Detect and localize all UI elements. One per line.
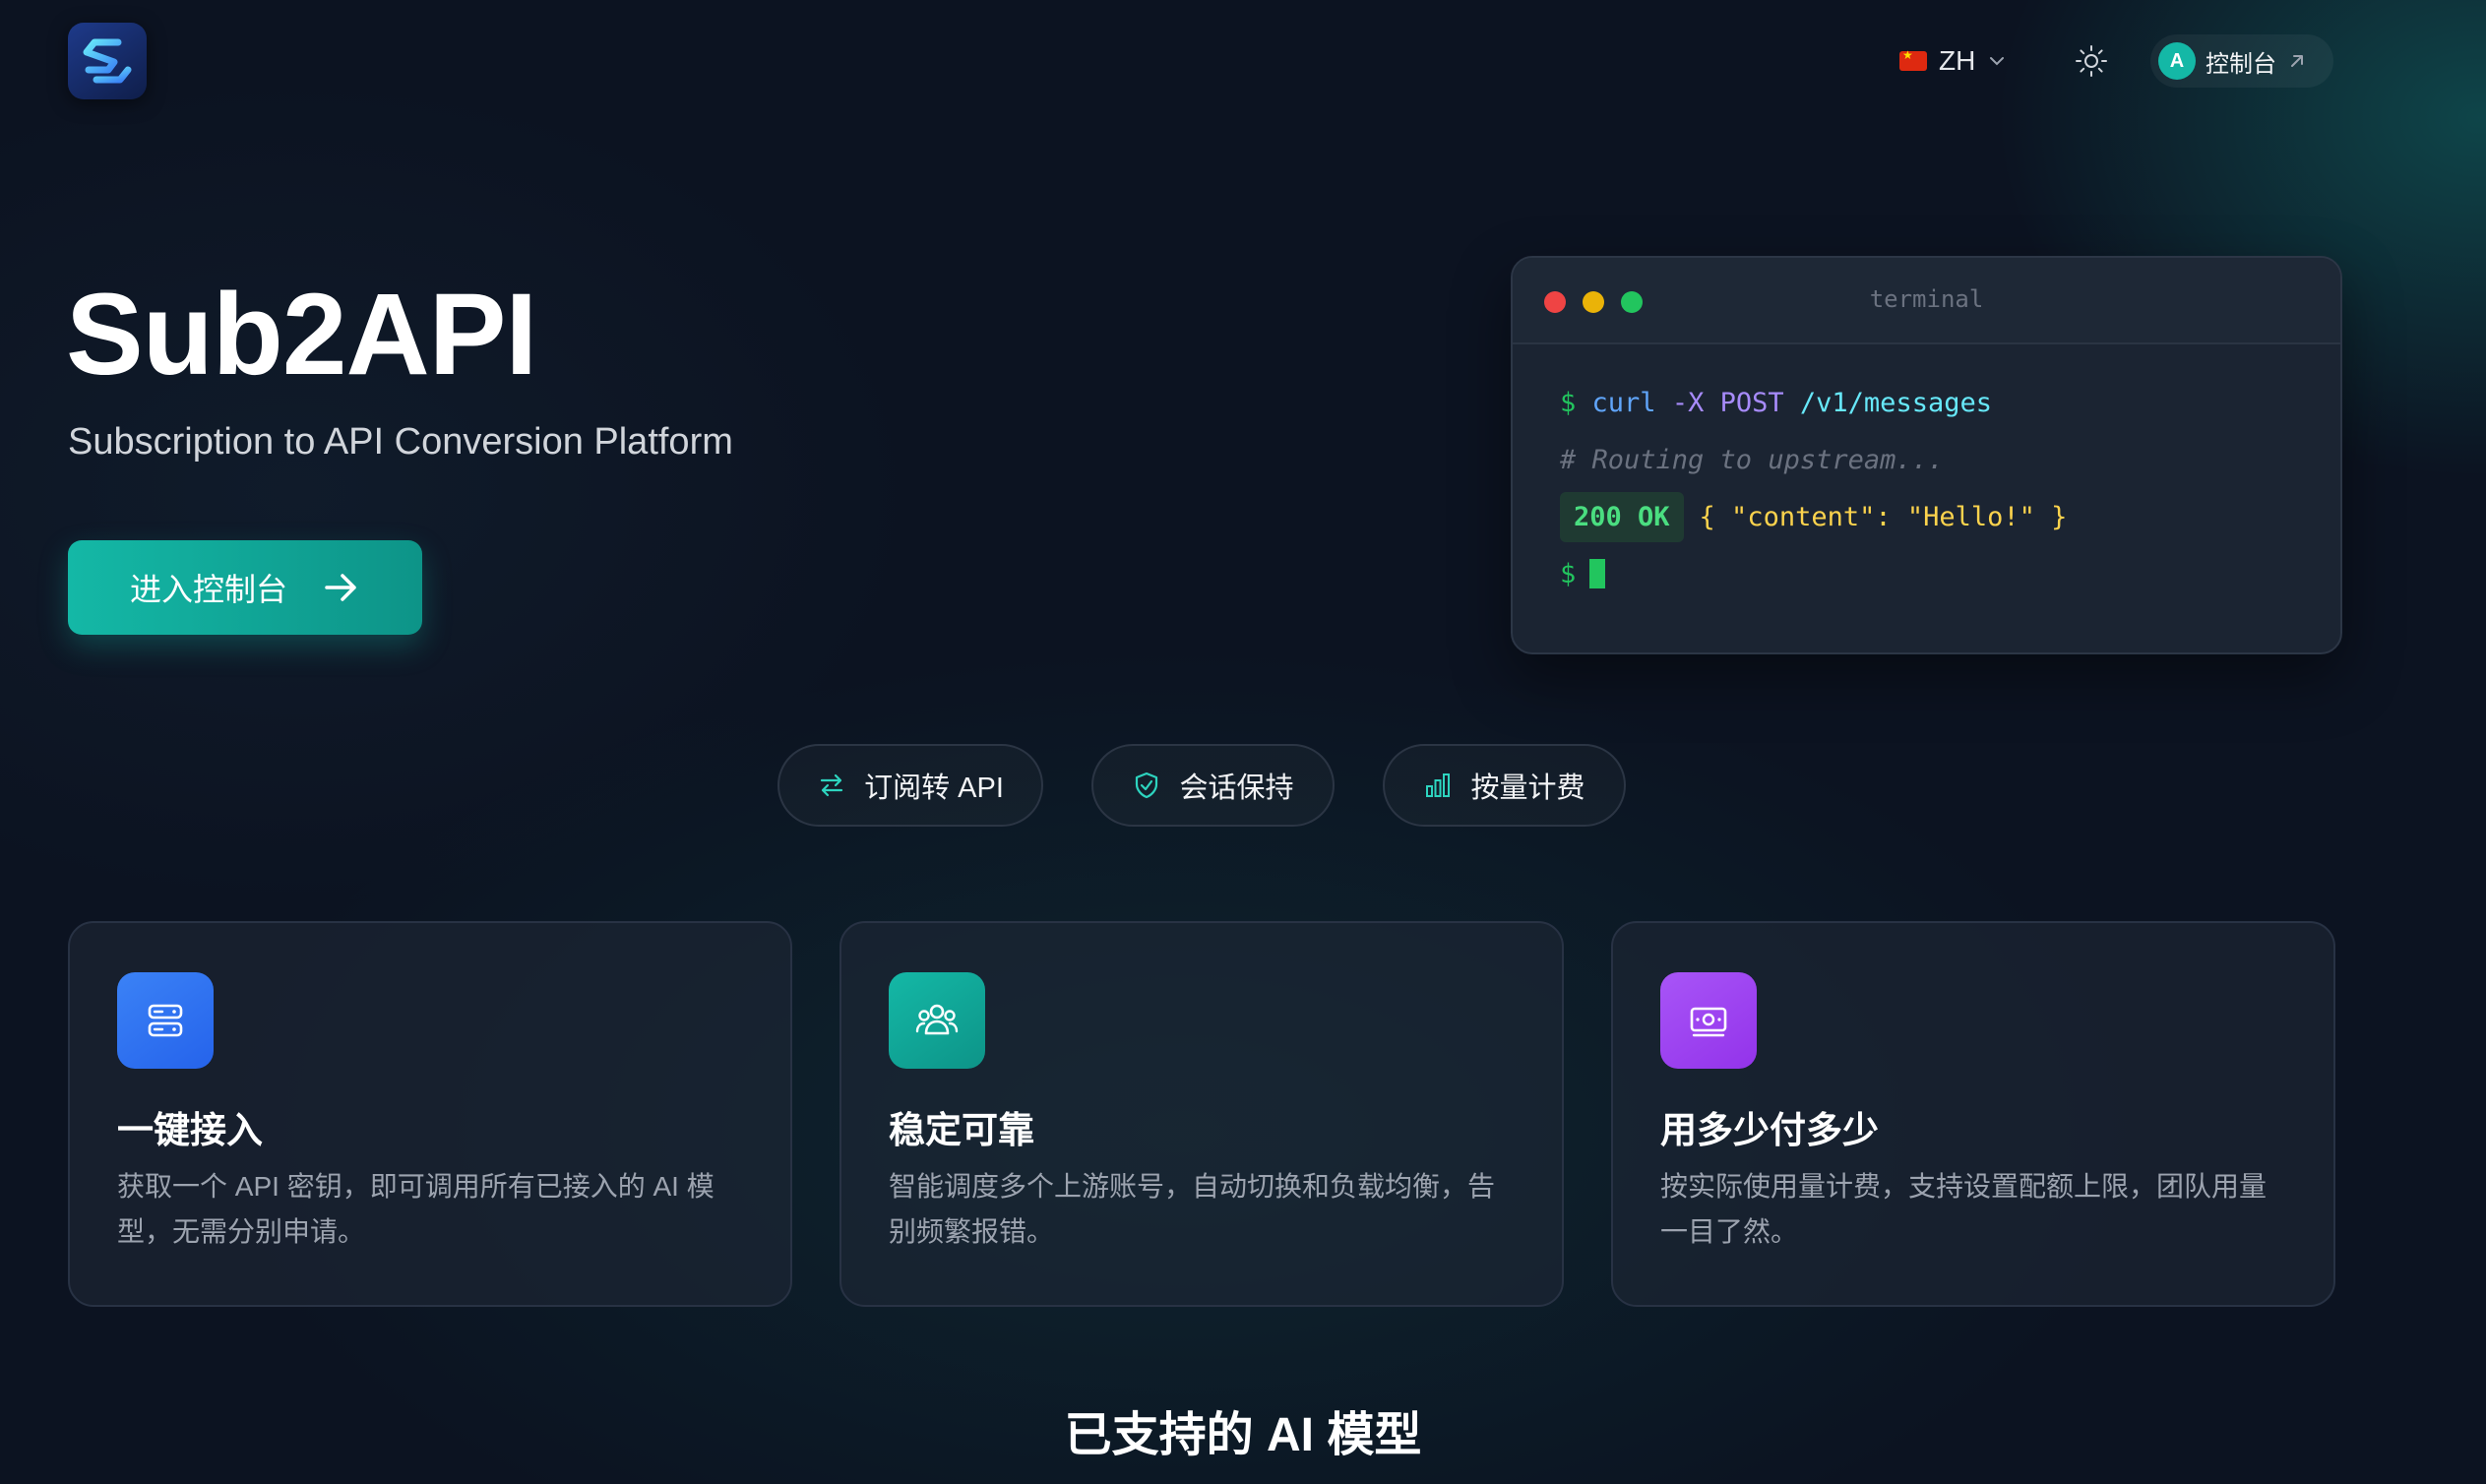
avatar: A xyxy=(2158,42,2196,80)
enter-console-button[interactable]: 进入控制台 xyxy=(68,540,422,635)
card-description: 智能调度多个上游账号，自动切换和负载均衡，告别频繁报错。 xyxy=(889,1171,1496,1247)
response-body: { "content": "Hello!" } xyxy=(1699,501,2068,532)
comment: # Routing to upstream... xyxy=(1560,444,1945,475)
hero-title: Sub2API xyxy=(66,270,537,400)
bar-chart-icon xyxy=(1426,773,1451,797)
feature-card-reliability: 稳定可靠 智能调度多个上游账号，自动切换和负载均衡，告别频繁报错。 xyxy=(839,921,1564,1307)
language-code: ZH xyxy=(1939,45,1976,76)
language-selector[interactable]: ZH xyxy=(1899,39,2007,83)
terminal-line: $ curl -X POST /v1/messages xyxy=(1560,374,2340,431)
users-icon xyxy=(889,972,985,1069)
pill-label: 会话保持 xyxy=(1179,773,1294,804)
request-path: /v1/messages xyxy=(1799,387,1992,418)
chevron-down-icon xyxy=(1990,57,2005,66)
terminal-line: 200 OK { "content": "Hello!" } xyxy=(1560,488,2340,545)
shield-check-icon xyxy=(1136,772,1158,799)
swap-arrows-icon xyxy=(820,773,843,797)
pill-label: 订阅转 API xyxy=(864,773,1004,804)
logo[interactable] xyxy=(68,23,147,99)
feature-pill-billing: 按量计费 xyxy=(1383,744,1626,827)
logo-icon xyxy=(83,38,132,84)
card-description: 获取一个 API 密钥，即可调用所有已接入的 AI 模型，无需分别申请。 xyxy=(117,1171,715,1247)
terminal-line: $ xyxy=(1560,545,2340,602)
theme-toggle-button[interactable] xyxy=(2070,39,2113,83)
cursor xyxy=(1589,559,1606,588)
feature-card-integration: 一键接入 获取一个 API 密钥，即可调用所有已接入的 AI 模型，无需分别申请… xyxy=(68,921,792,1307)
arrow-right-icon xyxy=(325,574,356,601)
prompt: $ xyxy=(1560,387,1577,418)
cta-label: 进入控制台 xyxy=(129,572,287,607)
china-flag-icon xyxy=(1899,48,1927,71)
card-title: 一键接入 xyxy=(117,1110,263,1150)
card-description: 按实际使用量计费，支持设置配额上限，团队用量一目了然。 xyxy=(1660,1171,2268,1247)
feature-card-pay-as-you-go: 用多少付多少 按实际使用量计费，支持设置配额上限，团队用量一目了然。 xyxy=(1611,921,2335,1307)
server-icon xyxy=(117,972,214,1069)
card-title: 用多少付多少 xyxy=(1660,1110,1879,1150)
command: curl xyxy=(1591,387,1656,418)
terminal-window: terminal $ curl -X POST /v1/messages # R… xyxy=(1511,256,2342,654)
feature-pill-subscription: 订阅转 API xyxy=(777,744,1043,827)
console-label: 控制台 xyxy=(2206,50,2276,78)
http-method: POST xyxy=(1719,387,1784,418)
hero-subtitle: Subscription to API Conversion Platform xyxy=(68,421,733,463)
external-arrow-icon xyxy=(2291,55,2303,67)
terminal-body: $ curl -X POST /v1/messages # Routing to… xyxy=(1513,344,2340,602)
terminal-titlebar: terminal xyxy=(1513,258,2340,344)
command-flag: -X xyxy=(1671,387,1705,418)
terminal-title: terminal xyxy=(1869,285,1984,313)
status-badge: 200 OK xyxy=(1560,491,1684,542)
feature-pill-session: 会话保持 xyxy=(1091,744,1335,827)
card-title: 稳定可靠 xyxy=(889,1110,1034,1150)
sun-icon xyxy=(2076,45,2107,77)
terminal-line: # Routing to upstream... xyxy=(1560,431,2340,488)
console-link[interactable]: A 控制台 xyxy=(2150,34,2333,88)
prompt: $ xyxy=(1560,558,1577,589)
section-title: 已支持的 AI 模型 xyxy=(1064,1409,1422,1461)
pill-label: 按量计费 xyxy=(1470,773,1585,804)
money-icon xyxy=(1660,972,1757,1069)
